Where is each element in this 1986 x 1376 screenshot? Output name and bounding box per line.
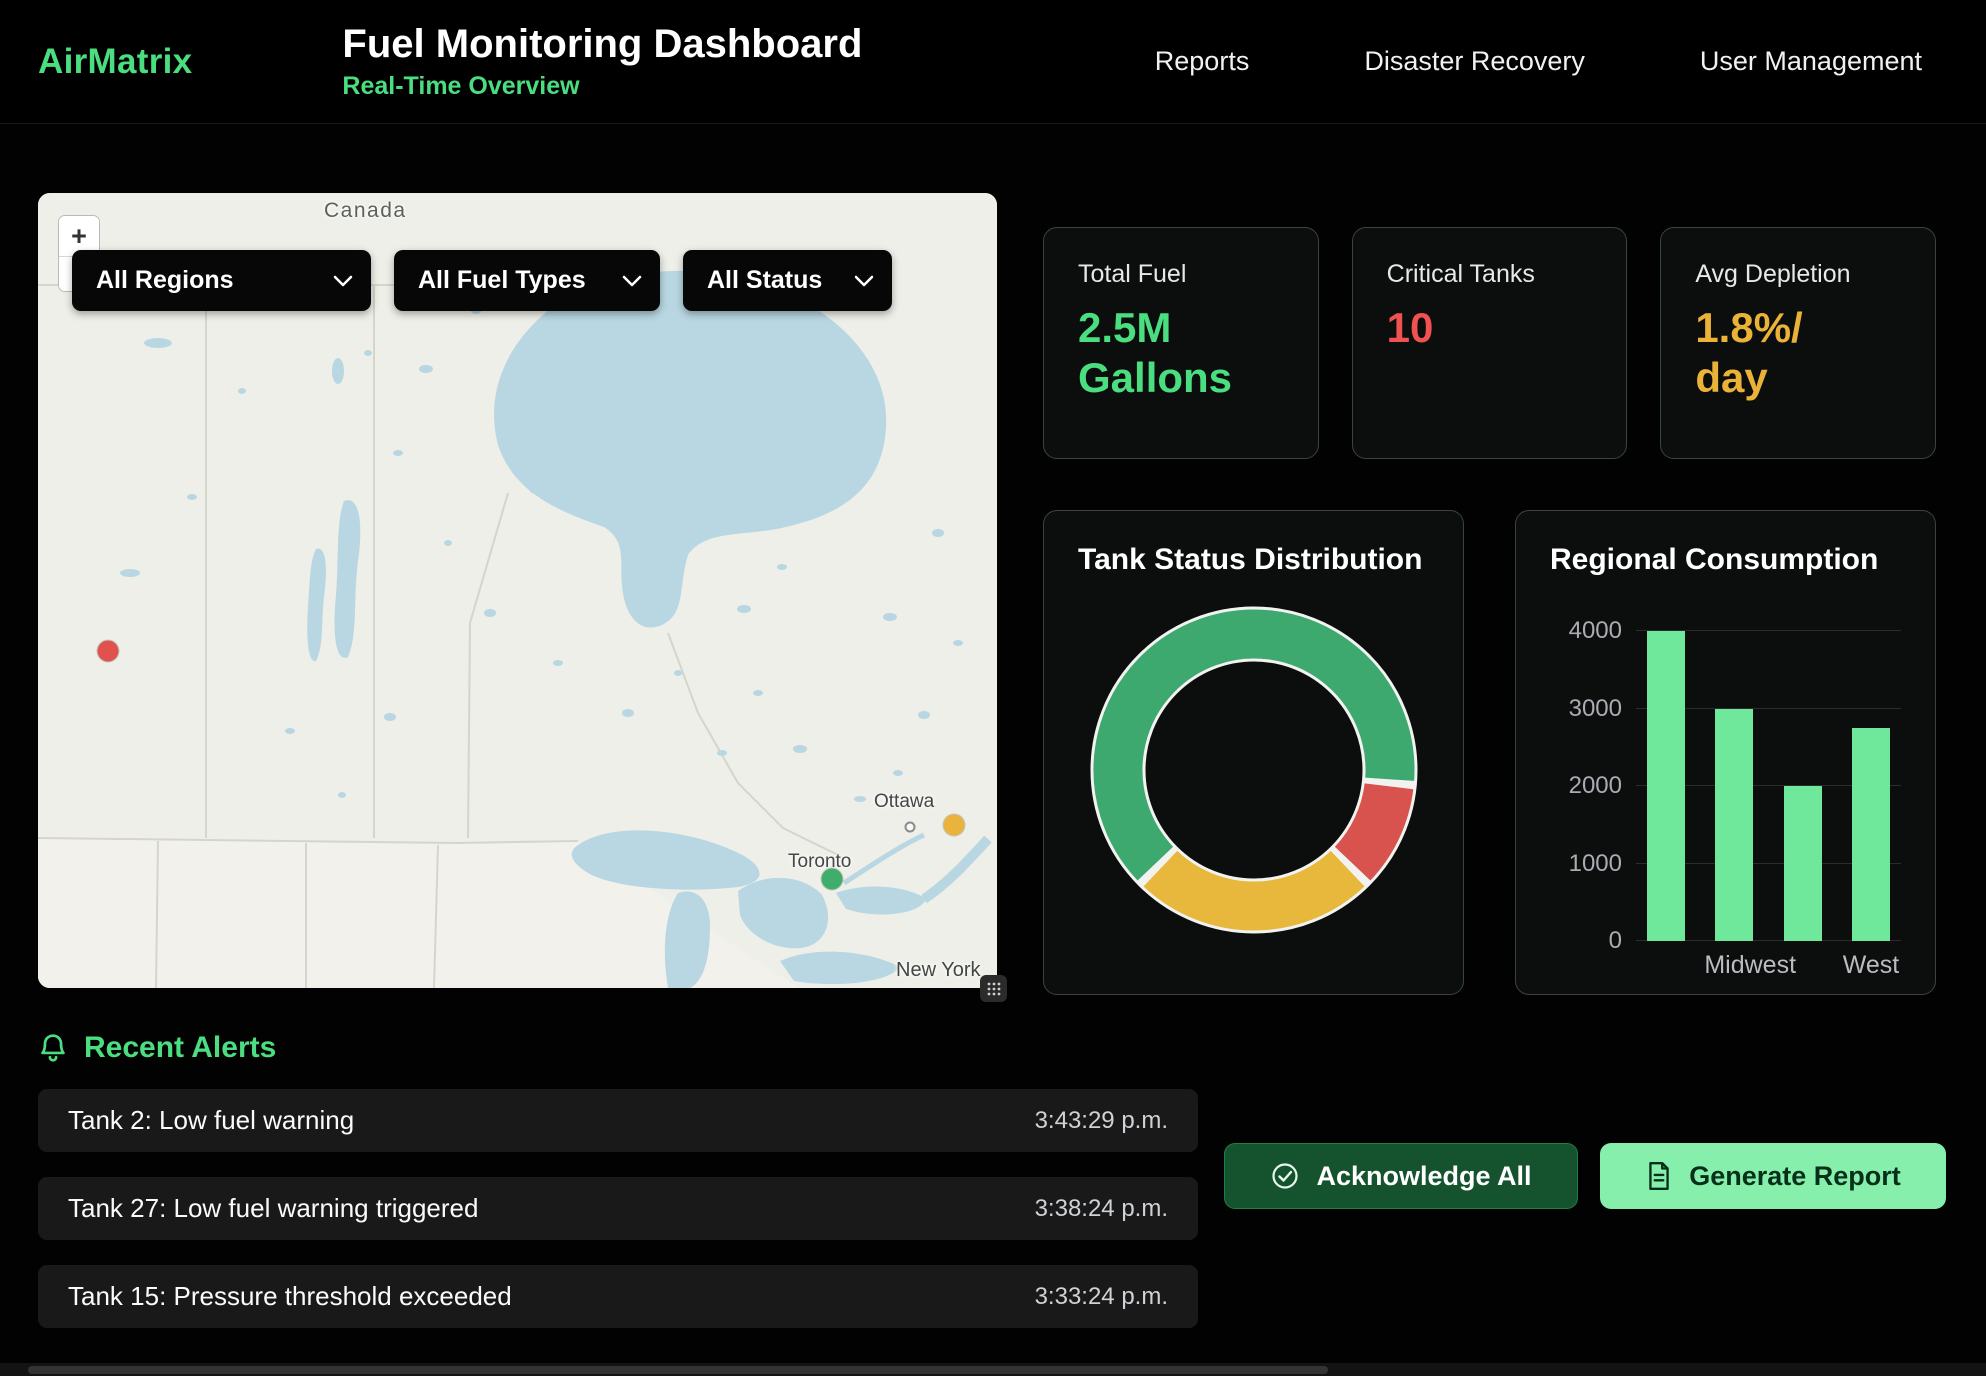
- regional-consumption-chart-card: Regional Consumption 0 1000 2000 3000 4000 M…: [1515, 510, 1936, 995]
- alert-message: Tank 27: Low fuel warning triggered: [68, 1193, 478, 1224]
- bar-slot: [1704, 631, 1764, 941]
- horizontal-scrollbar-thumb[interactable]: [28, 1366, 1328, 1374]
- bar-series-0[interactable]: [1647, 631, 1685, 941]
- stat-card-critical-tanks: Critical Tanks 10: [1352, 227, 1628, 459]
- recent-alerts-section: Recent Alerts Tank 2: Low fuel warning 3…: [0, 1031, 1986, 1328]
- bar-y-tick: 4000: [1569, 617, 1622, 645]
- bar-slot: [1773, 631, 1833, 941]
- region-filter-select[interactable]: All Regions: [72, 250, 371, 311]
- alert-list: Tank 2: Low fuel warning 3:43:29 p.m. Ta…: [38, 1089, 1198, 1328]
- bar-slot: [1636, 631, 1696, 941]
- app-header: AirMatrix Fuel Monitoring Dashboard Real…: [0, 0, 1986, 124]
- charts-row: Tank Status Distribution Regional Consum…: [1043, 510, 1936, 995]
- bar-y-tick: 0: [1609, 927, 1622, 955]
- title-block: Fuel Monitoring Dashboard Real-Time Over…: [342, 22, 862, 101]
- stat-value: 1.8%/ day: [1695, 303, 1901, 404]
- stat-value: 10: [1387, 303, 1593, 353]
- bar-chart-plot-area: Midwest West: [1636, 631, 1901, 980]
- check-circle-icon: [1270, 1161, 1300, 1191]
- chart-title: Regional Consumption: [1550, 543, 1901, 577]
- map[interactable]: Canada Ottawa Toronto New York + All Reg…: [38, 193, 997, 988]
- stats-row: Total Fuel 2.5M Gallons Critical Tanks 1…: [1043, 227, 1936, 459]
- donut-segment-warning[interactable]: [1160, 869, 1347, 906]
- bar-x-tick: Midwest: [1704, 951, 1764, 980]
- tank-marker-critical[interactable]: [98, 640, 119, 661]
- alert-timestamp: 3:33:24 p.m.: [1035, 1283, 1168, 1311]
- donut-segment-critical[interactable]: [1352, 786, 1388, 863]
- alert-timestamp: 3:38:24 p.m.: [1035, 1195, 1168, 1223]
- main-nav: Reports Disaster Recovery User Managemen…: [1155, 46, 1922, 77]
- alert-timestamp: 3:43:29 p.m.: [1035, 1107, 1168, 1135]
- status-filter-value: All Status: [707, 266, 822, 295]
- stat-label: Avg Depletion: [1695, 260, 1901, 289]
- chevron-down-icon: [854, 275, 874, 287]
- tank-marker-warning[interactable]: [943, 815, 964, 836]
- bar-chart-y-axis: 01000200030004000: [1550, 631, 1636, 941]
- bar-series-2[interactable]: [1784, 786, 1822, 941]
- bar-West[interactable]: [1852, 728, 1890, 941]
- tank-status-chart-card: Tank Status Distribution: [1043, 510, 1464, 995]
- alert-message: Tank 15: Pressure threshold exceeded: [68, 1281, 512, 1312]
- stat-card-avg-depletion: Avg Depletion 1.8%/ day: [1660, 227, 1936, 459]
- nav-user-management[interactable]: User Management: [1700, 46, 1922, 77]
- chevron-down-icon: [622, 275, 642, 287]
- nav-reports[interactable]: Reports: [1155, 46, 1250, 77]
- bar-slot: [1841, 631, 1901, 941]
- acknowledge-all-label: Acknowledge All: [1316, 1161, 1531, 1192]
- page-subtitle: Real-Time Overview: [342, 72, 862, 101]
- stat-label: Critical Tanks: [1387, 260, 1593, 289]
- map-panel: Canada Ottawa Toronto New York + All Reg…: [38, 193, 997, 988]
- tank-status-donut-chart[interactable]: [1087, 603, 1421, 937]
- chart-title: Tank Status Distribution: [1078, 543, 1429, 577]
- bar-x-tick: [1636, 951, 1696, 980]
- fuel-type-filter-value: All Fuel Types: [418, 266, 586, 295]
- alert-actions: Acknowledge All Generate Report: [1224, 1143, 1946, 1209]
- bar-y-tick: 3000: [1569, 695, 1622, 723]
- generate-report-button[interactable]: Generate Report: [1600, 1143, 1946, 1209]
- map-markers-layer: [38, 193, 997, 988]
- page-title: Fuel Monitoring Dashboard: [342, 22, 862, 67]
- map-resize-handle[interactable]: [980, 975, 1007, 1002]
- document-icon: [1645, 1161, 1673, 1191]
- region-filter-value: All Regions: [96, 266, 234, 295]
- generate-report-label: Generate Report: [1689, 1161, 1901, 1192]
- tank-marker-normal[interactable]: [822, 869, 843, 890]
- right-column: Total Fuel 2.5M Gallons Critical Tanks 1…: [1043, 193, 1936, 995]
- app-logo: AirMatrix: [38, 42, 192, 82]
- bell-icon: [38, 1032, 68, 1064]
- alert-message: Tank 2: Low fuel warning: [68, 1105, 354, 1136]
- alerts-title: Recent Alerts: [84, 1031, 276, 1065]
- bar-y-tick: 2000: [1569, 772, 1622, 800]
- alerts-header: Recent Alerts: [38, 1031, 1946, 1065]
- bar-chart-x-axis: Midwest West: [1636, 951, 1901, 980]
- bar-y-tick: 1000: [1569, 850, 1622, 878]
- stat-value: 2.5M Gallons: [1078, 303, 1284, 404]
- acknowledge-all-button[interactable]: Acknowledge All: [1224, 1143, 1578, 1209]
- bar-Midwest[interactable]: [1715, 709, 1753, 942]
- alert-row[interactable]: Tank 27: Low fuel warning triggered 3:38…: [38, 1177, 1198, 1240]
- stat-card-total-fuel: Total Fuel 2.5M Gallons: [1043, 227, 1319, 459]
- alert-row[interactable]: Tank 2: Low fuel warning 3:43:29 p.m.: [38, 1089, 1198, 1152]
- horizontal-scrollbar-track: [0, 1363, 1986, 1376]
- main-content: Canada Ottawa Toronto New York + All Reg…: [0, 124, 1986, 995]
- alert-row[interactable]: Tank 15: Pressure threshold exceeded 3:3…: [38, 1265, 1198, 1328]
- bar-x-tick: West: [1841, 951, 1901, 980]
- regional-consumption-bar-chart: 01000200030004000 MidwestWest: [1550, 631, 1901, 980]
- status-filter-select[interactable]: All Status: [683, 250, 892, 311]
- chevron-down-icon: [333, 275, 353, 287]
- fuel-type-filter-select[interactable]: All Fuel Types: [394, 250, 660, 311]
- stat-label: Total Fuel: [1078, 260, 1284, 289]
- grip-dots-icon: [987, 982, 1001, 996]
- bar-x-tick: [1773, 951, 1833, 980]
- nav-disaster-recovery[interactable]: Disaster Recovery: [1364, 46, 1585, 77]
- map-filter-bar: All Regions All Fuel Types All Status: [72, 250, 892, 311]
- bar-chart-bars: [1636, 631, 1901, 941]
